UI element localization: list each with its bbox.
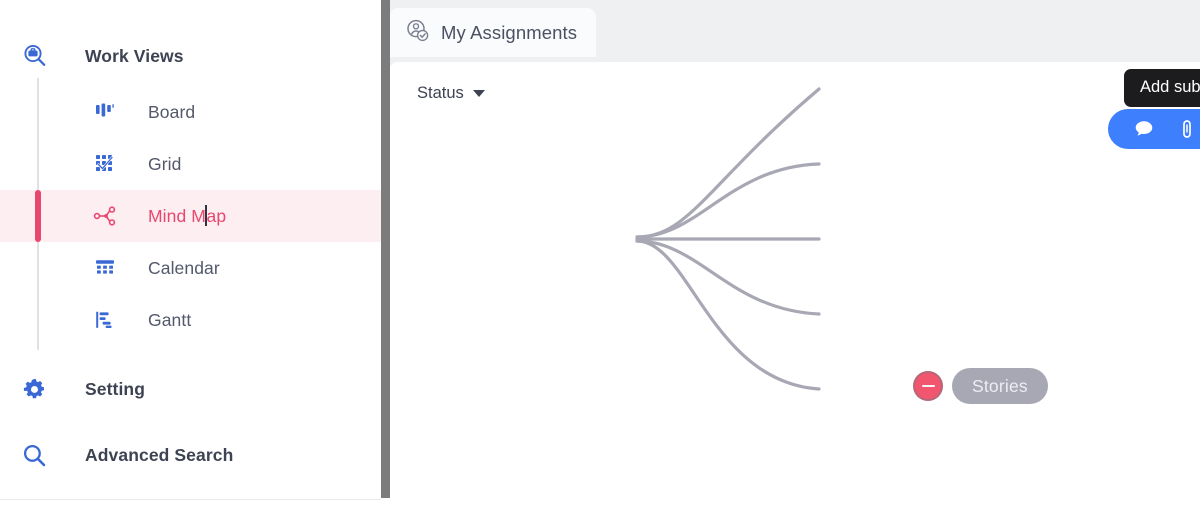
calendar-icon — [92, 255, 118, 281]
sidebar-item-setting[interactable]: Setting — [0, 356, 381, 422]
gear-icon — [22, 377, 56, 402]
main-content: My Assignments Status — [381, 0, 1200, 506]
sidebar-item-label: Grid — [148, 154, 181, 175]
tab-label: My Assignments — [441, 22, 577, 44]
sidebar: Work Views Board — [0, 0, 381, 506]
gantt-icon — [92, 307, 118, 333]
vertical-scrollbar[interactable] — [381, 0, 390, 506]
sidebar-subitems: Board — [0, 78, 381, 356]
sidebar-item-advanced-search[interactable]: Advanced Search — [0, 422, 381, 488]
sidebar-item-grid[interactable]: Grid — [0, 138, 381, 190]
work-views-magnifier-icon — [22, 43, 56, 69]
mind-map-root-label: Stories — [952, 368, 1048, 404]
sidebar-item-label: Calendar — [148, 258, 220, 279]
sidebar-item-gantt[interactable]: Gantt — [0, 294, 381, 346]
sidebar-item-calendar[interactable]: Calendar — [0, 242, 381, 294]
mind-map-canvas — [389, 62, 1189, 506]
sidebar-item-board[interactable]: Board — [0, 86, 381, 138]
sidebar-group-label: Work Views — [85, 46, 184, 67]
search-icon — [22, 443, 56, 468]
sidebar-item-mind-map[interactable]: Mind Map — [0, 190, 381, 242]
scrollbar-thumb[interactable] — [381, 0, 390, 498]
board-icon — [92, 99, 118, 125]
sidebar-group-work-views[interactable]: Work Views — [0, 34, 381, 78]
tooltip-add-subitem: Add subitem (Shift + Enter) — [1124, 69, 1200, 107]
mind-map-edges — [389, 62, 1189, 506]
tab-my-assignments[interactable]: My Assignments — [389, 8, 596, 57]
mind-map-board: Status — [389, 62, 1200, 506]
attachment-icon[interactable] — [1165, 109, 1200, 149]
user-check-icon — [405, 18, 430, 48]
app-window: Work Views Board — [0, 0, 1200, 506]
sidebar-divider — [0, 499, 381, 500]
mind-map-icon — [92, 203, 118, 229]
node-action-toolbar — [1108, 109, 1200, 149]
sidebar-item-label: Setting — [85, 379, 145, 400]
sidebar-item-label: Gantt — [148, 310, 191, 331]
sidebar-item-label: Advanced Search — [85, 445, 233, 466]
tooltip-text: Add subitem (Shift + Enter) — [1140, 78, 1200, 96]
comment-icon[interactable] — [1122, 109, 1165, 149]
tab-bar: My Assignments — [389, 8, 1200, 62]
grid-icon — [92, 151, 118, 177]
sidebar-item-label: Mind Map — [148, 205, 226, 227]
sidebar-item-label: Board — [148, 102, 195, 123]
collapse-toggle-icon[interactable] — [913, 371, 943, 401]
mind-map-root-node[interactable]: Stories — [913, 368, 1048, 404]
minus-glyph — [922, 385, 935, 388]
